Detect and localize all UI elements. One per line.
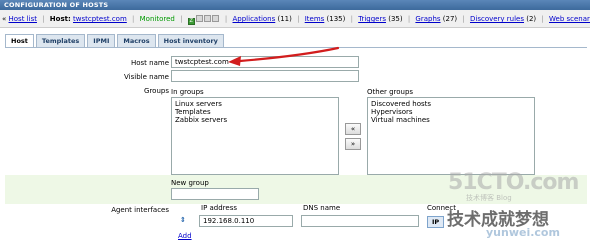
add-interface-link[interactable]: Add	[178, 232, 192, 240]
items-link[interactable]: Items	[305, 15, 325, 23]
separator: |	[350, 15, 353, 23]
discovery-rules-count: (2)	[526, 15, 537, 23]
web-scenarios-link[interactable]: Web scenarios	[549, 15, 590, 23]
applications-count: (11)	[277, 15, 292, 23]
form-tabs: Host Templates IPMI Macros Host inventor…	[5, 34, 224, 47]
snmp-status-icon	[195, 15, 203, 22]
dns-name-input[interactable]	[301, 215, 419, 227]
watermark-51cto: 51CTO.com	[448, 170, 579, 195]
separator: |	[180, 15, 183, 23]
graphs-count: (27)	[442, 15, 458, 23]
dns-name-column-label: DNS name	[303, 204, 341, 212]
separator: |	[297, 15, 300, 23]
tab-host[interactable]: Host	[5, 34, 34, 47]
new-group-label: New group	[171, 179, 209, 187]
list-item[interactable]: Hypervisors	[371, 108, 531, 116]
move-to-in-groups-button[interactable]: «	[345, 123, 361, 135]
new-group-input[interactable]	[171, 188, 259, 200]
host-navigation-bar: « Host list | Host: twstcptest.com | Mon…	[0, 10, 590, 28]
watermark-51cto-sub: 技术博客 Blog	[466, 194, 512, 202]
ipmi-status-icon	[211, 15, 219, 22]
tab-ipmi[interactable]: IPMI	[87, 34, 116, 47]
page-header: CONFIGURATION OF HOSTS	[0, 0, 590, 10]
monitored-status[interactable]: Monitored	[140, 15, 175, 23]
drag-handle-icon[interactable]: ⇕	[180, 216, 186, 224]
discovery-rules-link[interactable]: Discovery rules	[470, 15, 524, 23]
in-groups-label: In groups	[171, 88, 204, 96]
tab-macros[interactable]: Macros	[117, 34, 156, 47]
visible-name-label: Visible name	[124, 73, 169, 81]
list-item[interactable]: Zabbix servers	[175, 116, 335, 124]
items-count: (135)	[326, 15, 346, 23]
graphs-link[interactable]: Graphs	[415, 15, 440, 23]
host-label: Host:	[49, 15, 71, 23]
ip-address-input[interactable]: 192.168.0.110	[199, 215, 293, 227]
list-item[interactable]: Linux servers	[175, 100, 335, 108]
other-groups-label: Other groups	[367, 88, 414, 96]
list-item[interactable]: Templates	[175, 108, 335, 116]
visible-name-input[interactable]	[171, 70, 359, 82]
tab-host-inventory[interactable]: Host inventory	[157, 34, 224, 47]
list-item[interactable]: Virtual machines	[371, 116, 531, 124]
groups-label: Groups	[144, 87, 169, 95]
host-name-input[interactable]: twstcptest.com	[171, 56, 359, 68]
separator: |	[541, 15, 544, 23]
separator: |	[462, 15, 465, 23]
separator: |	[132, 15, 135, 23]
triggers-count: (35)	[388, 15, 403, 23]
move-to-other-groups-button[interactable]: »	[345, 138, 361, 150]
separator: |	[42, 15, 45, 23]
separator: |	[224, 15, 228, 23]
list-item[interactable]: Discovered hosts	[371, 100, 531, 108]
jmx-status-icon	[203, 15, 211, 22]
host-name-link[interactable]: twstcptest.com	[73, 15, 127, 23]
watermark-yunwei-sub: yunwei.com	[486, 226, 560, 239]
host-name-label: Host name	[130, 59, 169, 67]
host-list-link[interactable]: Host list	[9, 15, 37, 23]
other-groups-listbox[interactable]: Discovered hosts Hypervisors Virtual mac…	[367, 97, 535, 175]
agent-interfaces-label: Agent interfaces	[111, 206, 169, 214]
zabbix-agent-status-icon: Z	[187, 18, 195, 25]
separator: |	[407, 15, 411, 23]
page-header-title: CONFIGURATION OF HOSTS	[4, 1, 109, 9]
connect-ip-button[interactable]: IP	[427, 216, 445, 228]
tab-templates[interactable]: Templates	[35, 34, 86, 47]
in-groups-listbox[interactable]: Linux servers Templates Zabbix servers	[171, 97, 339, 175]
triggers-link[interactable]: Triggers	[358, 15, 386, 23]
applications-link[interactable]: Applications	[233, 15, 276, 23]
ip-address-column-label: IP address	[201, 204, 238, 212]
